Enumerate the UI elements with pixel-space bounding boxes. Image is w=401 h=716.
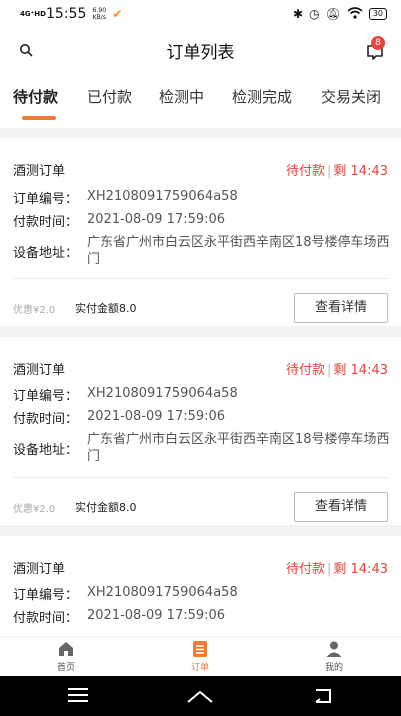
alarm-icon: ◷ (309, 7, 320, 21)
order-list[interactable]: 酒测订单 待付款 | 剩 14:43 订单编号： XH2108091759064a5… (0, 128, 401, 636)
order-card[interactable]: 酒测订单 待付款 | 剩 14:43 订单编号： XH2108091759064a5… (0, 138, 401, 326)
order-number: XH2108091759064a58 (87, 386, 238, 401)
order-status: 待付款 | 剩 14:43 (285, 562, 388, 577)
wifi-icon (347, 6, 363, 22)
device-address: 广东省广州市白云区永平街西辛南区18号楼停车场西门 (87, 235, 390, 267)
menu-icon[interactable] (68, 688, 88, 702)
tab-closed[interactable]: 交易关闭 (321, 86, 381, 107)
divider (13, 278, 388, 279)
order-status: 待付款 | 剩 14:43 (285, 363, 388, 378)
app-notification-icon: ✔ (112, 7, 123, 21)
order-number: XH2108091759064a58 (87, 585, 238, 600)
nav-orders[interactable]: 订单 (170, 640, 230, 673)
device-address: 广东省广州市白云区永平街西辛南区18号楼停车场西门 (87, 432, 390, 464)
paid-amount: 实付金额8.0 (75, 501, 137, 514)
status-tabs: 待付款 已付款 检测中 检测完成 交易关闭 (0, 72, 401, 128)
status-bar: 4G⁺HD 15:55 6.90 KB/s ✔ ✱ ◷ 🔕︎ 30 (0, 0, 401, 28)
active-tab-indicator (22, 116, 56, 120)
order-number: XH2108091759064a58 (87, 189, 238, 204)
divider (13, 477, 388, 478)
network-indicator: 4G⁺HD (20, 9, 46, 18)
order-type: 酒测订单 (13, 164, 66, 179)
back-icon[interactable] (315, 689, 331, 703)
discount: 优惠¥2.0 (13, 504, 56, 515)
home-button-icon[interactable] (187, 690, 213, 703)
app-header: 订单列表 8 (0, 28, 401, 72)
tab-pending-payment[interactable]: 待付款 (13, 86, 58, 107)
nav-home[interactable]: 首页 (36, 640, 96, 673)
bluetooth-icon: ✱ (293, 7, 304, 21)
system-nav-bar (0, 676, 401, 716)
pay-time: 2021-08-09 17:59:06 (87, 608, 226, 623)
tab-paid[interactable]: 已付款 (87, 86, 132, 107)
pay-time: 2021-08-09 17:59:06 (87, 212, 226, 227)
order-card[interactable]: 酒测订单 待付款 | 剩 14:43 订单编号： XH2108091759064a5… (0, 536, 401, 636)
order-icon (191, 640, 209, 658)
home-icon (57, 640, 75, 658)
order-type: 酒测订单 (13, 363, 66, 378)
view-details-button[interactable]: 查看详情 (294, 293, 388, 323)
tab-testing[interactable]: 检测中 (159, 86, 204, 107)
message-badge: 8 (371, 36, 385, 50)
order-status: 待付款 | 剩 14:43 (285, 164, 388, 179)
network-speed: 6.90 KB/s (92, 7, 107, 21)
view-details-button[interactable]: 查看详情 (294, 492, 388, 522)
mute-icon: 🔕︎ (325, 7, 341, 21)
status-icons: ✱ ◷ 🔕︎ 30 (293, 6, 387, 22)
order-card[interactable]: 酒测订单 待付款 | 剩 14:43 订单编号： XH2108091759064a5… (0, 337, 401, 525)
order-type: 酒测订单 (13, 562, 66, 577)
status-time: 15:55 (46, 6, 87, 22)
paid-amount: 实付金额8.0 (75, 302, 137, 315)
screen: 4G⁺HD 15:55 6.90 KB/s ✔ ✱ ◷ 🔕︎ 30 订单列表 8… (0, 0, 401, 716)
profile-icon (325, 640, 343, 658)
discount: 优惠¥2.0 (13, 305, 56, 316)
bottom-nav: 首页 订单 我的 (0, 636, 401, 676)
tab-test-complete[interactable]: 检测完成 (232, 86, 292, 107)
battery-icon: 30 (368, 8, 387, 20)
page-title: 订单列表 (166, 43, 235, 63)
pay-time: 2021-08-09 17:59:06 (87, 409, 226, 424)
nav-profile[interactable]: 我的 (304, 640, 364, 673)
